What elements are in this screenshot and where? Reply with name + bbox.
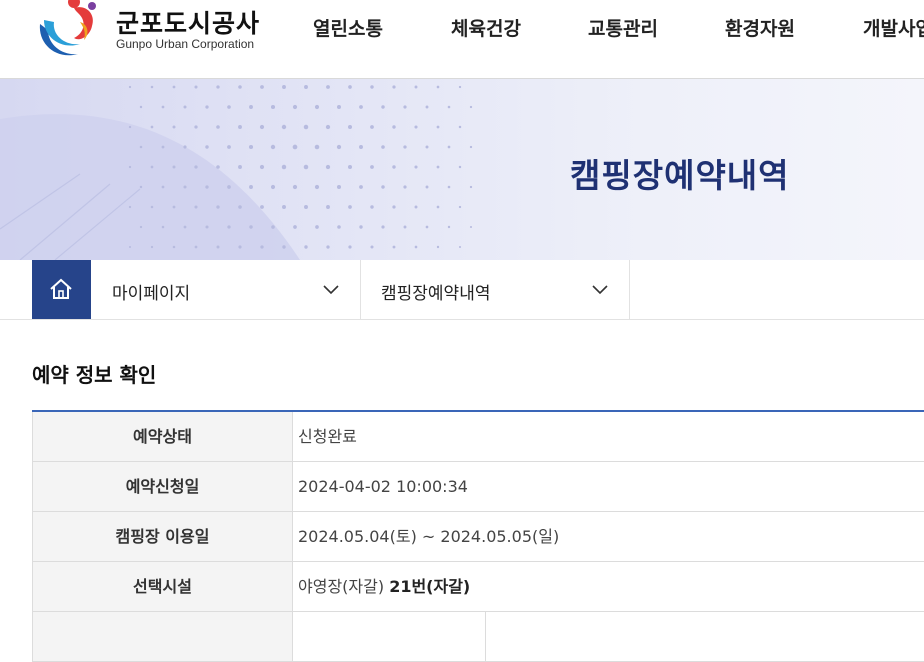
logo-subtitle: Gunpo Urban Corporation xyxy=(116,37,255,51)
table-row: 예약상태 신청완료 xyxy=(32,412,924,462)
home-button[interactable] xyxy=(32,260,91,319)
nav-item-environment[interactable]: 환경자원 xyxy=(725,14,795,41)
gunpo-logo-icon xyxy=(39,0,96,56)
nav-item-sports-health[interactable]: 체육건강 xyxy=(451,14,521,41)
facility-type: 야영장(자갈) xyxy=(298,577,385,596)
chevron-down-icon xyxy=(592,285,608,295)
logo-name: 군포도시공사 xyxy=(116,9,261,38)
row-value-use-date: 2024.05.04(토) ~ 2024.05.05(일) xyxy=(298,527,560,546)
home-icon xyxy=(50,278,72,299)
row-partial-cell xyxy=(291,612,486,661)
banner-title: 캠핑장예약내역 xyxy=(570,156,790,195)
row-value-status: 신청완료 xyxy=(298,427,357,446)
row-value-facility: 야영장(자갈) 21번(자갈) xyxy=(298,562,470,611)
location-level2-label: 캠핑장예약내역 xyxy=(381,284,491,304)
location-bar: 마이페이지 캠핑장예약내역 xyxy=(0,260,924,320)
table-row: 예약신청일 2024-04-02 10:00:34 xyxy=(32,462,924,512)
table-row: 선택시설 야영장(자갈) 21번(자갈) xyxy=(32,562,924,612)
site-header: 군포도시공사 Gunpo Urban Corporation 열린소통 체육건강… xyxy=(0,0,924,79)
section-title: 예약 정보 확인 xyxy=(32,363,157,387)
row-label-facility: 선택시설 xyxy=(32,562,293,611)
location-dropdown-mypage[interactable]: 마이페이지 xyxy=(92,260,361,319)
row-label-apply-date: 예약신청일 xyxy=(32,462,293,511)
table-row xyxy=(32,612,924,662)
table-row: 캠핑장 이용일 2024.05.04(토) ~ 2024.05.05(일) xyxy=(32,512,924,562)
row-label-next xyxy=(32,612,293,661)
location-level1-label: 마이페이지 xyxy=(112,284,191,304)
site-logo[interactable]: 군포도시공사 Gunpo Urban Corporation xyxy=(34,0,264,66)
row-label-use-date: 캠핑장 이용일 xyxy=(32,512,293,561)
page-banner: 캠핑장예약내역 xyxy=(0,79,924,260)
row-label-status: 예약상태 xyxy=(32,412,293,461)
nav-item-development[interactable]: 개발사업 xyxy=(863,14,924,41)
nav-item-open-communication[interactable]: 열린소통 xyxy=(313,14,383,41)
chevron-down-icon xyxy=(323,285,339,295)
reservation-info-table: 예약상태 신청완료 예약신청일 2024-04-02 10:00:34 캠핑장 … xyxy=(32,410,924,662)
facility-site-number: 21번(자갈) xyxy=(389,577,471,596)
location-dropdown-camping[interactable]: 캠핑장예약내역 xyxy=(361,260,630,319)
row-value-apply-date: 2024-04-02 10:00:34 xyxy=(298,477,468,496)
nav-item-traffic[interactable]: 교통관리 xyxy=(588,14,658,41)
